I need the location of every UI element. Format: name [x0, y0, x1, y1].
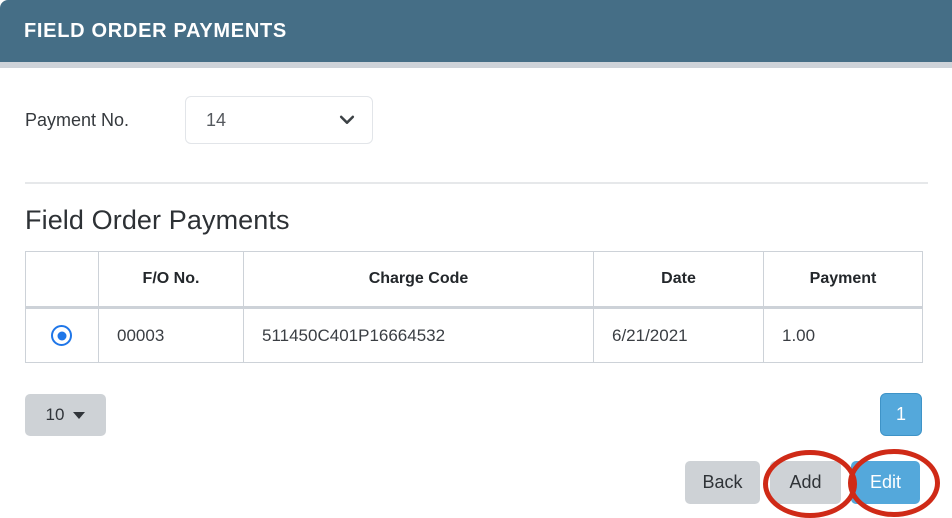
action-button-bar: Back Add Edit: [680, 461, 940, 506]
cell-payment: 1.00: [763, 307, 923, 363]
payment-no-label: Payment No.: [25, 109, 130, 130]
section-divider: [25, 182, 928, 184]
cell-date: 6/21/2021: [593, 307, 764, 363]
title-bar-shadow: [0, 62, 952, 68]
table-row[interactable]: 00003 511450C401P16664532 6/21/2021 1.00: [25, 307, 923, 363]
cell-charge-code: 511450C401P16664532: [243, 307, 594, 363]
table-body: 00003 511450C401P16664532 6/21/2021 1.00: [25, 307, 923, 363]
edit-button[interactable]: Edit: [851, 461, 920, 504]
table-header-row: F/O No. Charge Code Date Payment: [25, 251, 923, 309]
window-title-bar: FIELD ORDER PAYMENTS: [0, 0, 952, 62]
pagination-page-1[interactable]: 1: [880, 393, 922, 436]
page-size-value: 10: [45, 405, 65, 424]
chevron-down-icon: [338, 111, 356, 129]
column-header-date: Date: [593, 251, 764, 309]
payment-no-form-row: Payment No. 14: [25, 95, 925, 145]
payment-no-select[interactable]: 14: [185, 96, 373, 144]
row-radio-button[interactable]: [51, 325, 72, 346]
caret-down-icon: [73, 411, 86, 419]
table-header: F/O No. Charge Code Date Payment: [25, 251, 923, 309]
row-select-cell[interactable]: [25, 307, 99, 363]
add-button[interactable]: Add: [770, 461, 841, 504]
column-header-charge-code: Charge Code: [243, 251, 594, 309]
back-button[interactable]: Back: [685, 461, 760, 504]
page-size-dropdown[interactable]: 10: [25, 394, 106, 436]
page-title: FIELD ORDER PAYMENTS: [24, 19, 287, 42]
cell-fo-no: 00003: [98, 307, 244, 363]
payment-no-value: 14: [206, 109, 227, 130]
section-heading: Field Order Payments: [25, 205, 290, 235]
column-header-fo-no: F/O No.: [98, 251, 244, 309]
column-header-payment: Payment: [763, 251, 923, 309]
column-header-select: [25, 251, 99, 309]
field-order-payments-table: F/O No. Charge Code Date Payment 00003 5…: [25, 251, 923, 363]
